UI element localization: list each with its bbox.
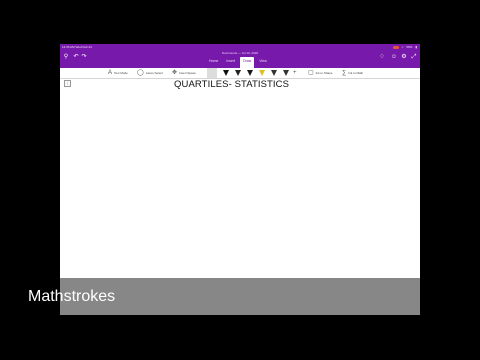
pen-gray-icon[interactable] (271, 70, 277, 76)
ink-to-math-label: Ink to Math (348, 71, 364, 75)
ink-to-shape-label: Ink to Shape (315, 71, 333, 75)
lasso-select-label: Lasso Select (145, 71, 163, 75)
page-tag-icon[interactable]: ⋮ (64, 80, 71, 87)
add-pen-button[interactable]: + (293, 70, 297, 76)
channel-caption: Mathstrokes (28, 288, 116, 305)
bell-icon[interactable]: ♢ (378, 53, 386, 61)
insert-space-button[interactable]: ✥ Insert Space (172, 70, 196, 76)
document-title: Documents — Jul 10, 2020 (221, 51, 259, 55)
text-mode-button[interactable]: A Text Mode (108, 70, 128, 76)
insert-space-label: Insert Space (179, 71, 196, 75)
gear-icon[interactable]: ⚙ (400, 53, 408, 61)
ink-to-shape-button[interactable]: ▢ Ink to Shape (308, 70, 333, 76)
ink-to-math-button[interactable]: ∑ Ink to Math (342, 70, 363, 76)
expand-icon[interactable]: ⤢ (410, 53, 418, 61)
status-date: Wed Feb 24 (75, 45, 92, 49)
status-time: 12:35 AM (62, 45, 75, 49)
text-mode-icon: A (108, 70, 113, 76)
ribbon-tabs: Home Insert Draw View (206, 57, 270, 68)
pen-tool-selected[interactable] (207, 68, 217, 78)
draw-ribbon: A Text Mode ◯ Lasso Select ✥ Insert Spac… (60, 68, 420, 79)
pen-ink-icon[interactable] (247, 70, 253, 76)
lasso-icon: ◯ (137, 70, 144, 76)
highlighter-icon[interactable] (259, 70, 265, 76)
tablet-screen: 12:35 AM Wed Feb 24 ≈ 56% ▮ ⚲ ↶ ↷ Docume… (60, 44, 420, 315)
tab-insert[interactable]: Insert (223, 57, 238, 65)
ink-to-shape-icon: ▢ (308, 70, 314, 76)
plus-icon: + (293, 70, 297, 76)
lasso-select-button[interactable]: ◯ Lasso Select (137, 70, 163, 76)
add-person-icon[interactable]: ☺ (390, 53, 398, 61)
text-mode-label: Text Mode (114, 71, 128, 75)
tab-home[interactable]: Home (206, 57, 221, 65)
page-heading: QUARTILES- STATISTICS (174, 79, 290, 90)
app-titlebar: ⚲ ↶ ↷ Documents — Jul 10, 2020 Home Inse… (60, 50, 420, 68)
tab-draw[interactable]: Draw (240, 57, 255, 68)
insert-space-icon: ✥ (172, 70, 178, 76)
pen-black-icon[interactable] (223, 70, 229, 76)
tab-view[interactable]: View (256, 57, 270, 65)
ink-to-math-icon: ∑ (342, 70, 347, 76)
recording-indicator-icon (392, 46, 399, 49)
pen-dark-icon[interactable] (235, 70, 241, 76)
pen-dark-gray-icon[interactable] (283, 70, 289, 76)
